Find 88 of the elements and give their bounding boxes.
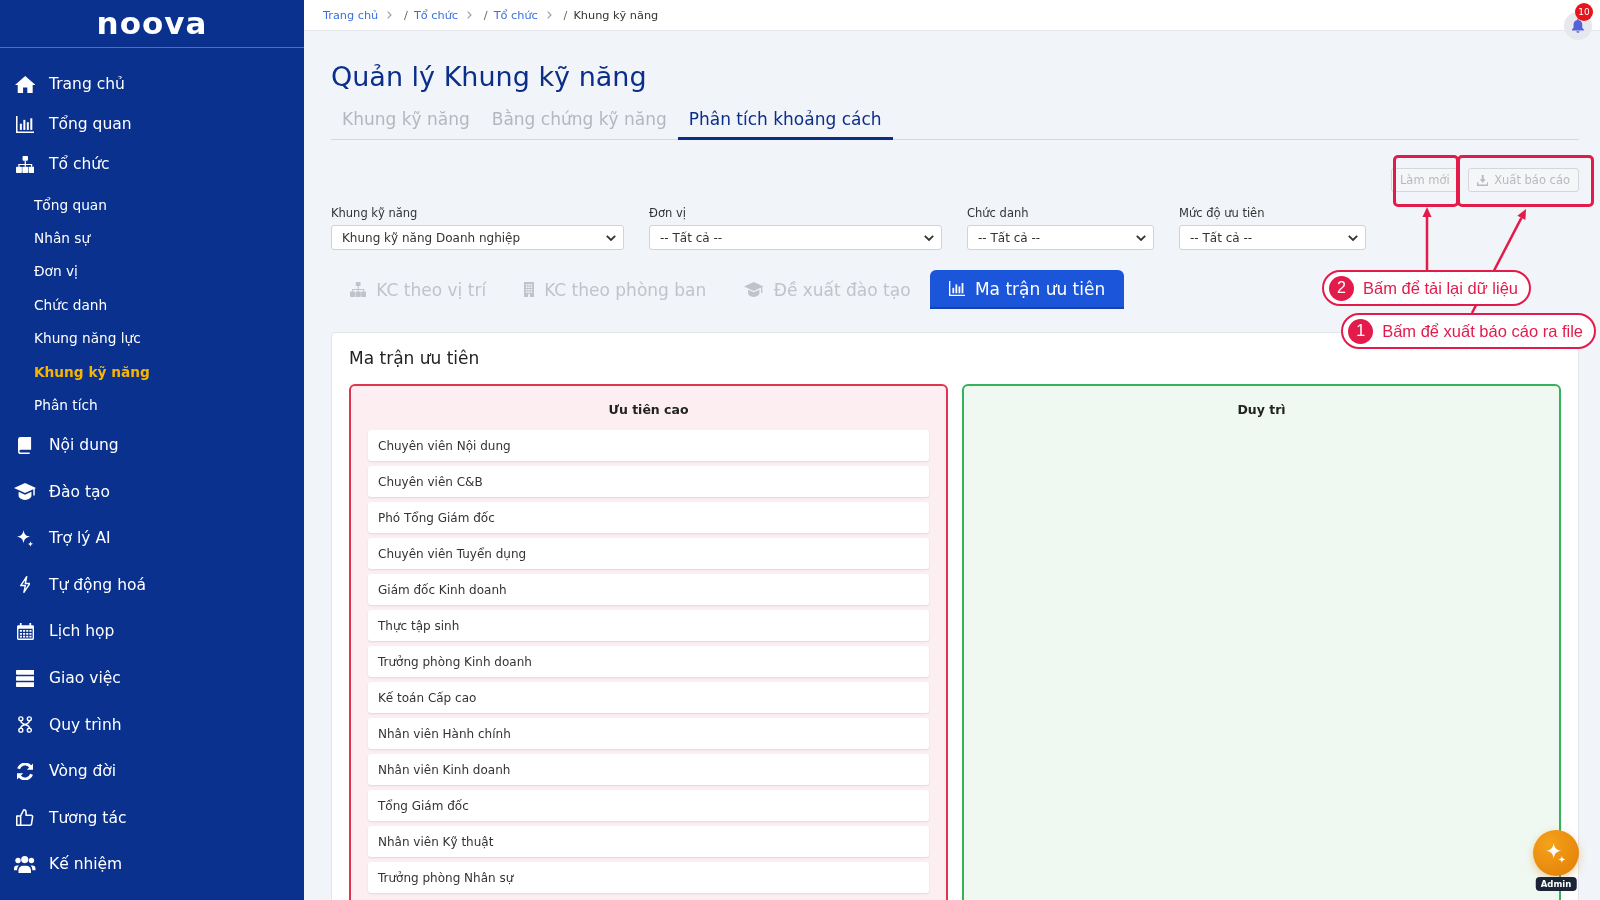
page-title: Quản lý Khung kỹ năng (331, 60, 647, 94)
chevron-down-icon (1136, 234, 1146, 241)
card-title: Ma trận ưu tiên (349, 348, 480, 368)
position-item: Chuyên viên Tuyển dụng (368, 538, 929, 569)
sparkle-icon (16, 529, 34, 547)
chevron-down-icon (1348, 234, 1358, 241)
graduation-cap-icon (14, 483, 37, 501)
building-icon (524, 282, 535, 297)
breadcrumb-separator: / (563, 8, 568, 22)
position-item: Chuyên viên Nội dung (368, 430, 929, 461)
filter-label: Khung kỹ năng (331, 207, 418, 220)
sidebar-item[interactable]: Quy trình (0, 701, 130, 748)
sidebar-item[interactable]: Đào tạo (0, 468, 118, 515)
sidebar-item[interactable]: Lịch họp (0, 608, 123, 655)
sidebar-subitem[interactable]: Nhân sự (0, 221, 99, 255)
position-item: Giám đốc Kinh doanh (368, 574, 929, 605)
calendar-icon (16, 622, 34, 640)
callout-text: Bấm để xuất báo cáo ra file (1382, 321, 1583, 341)
tab[interactable]: Phân tích khoảng cách (677, 98, 893, 140)
chevron-right-icon (546, 11, 552, 19)
breadcrumb-link[interactable]: Tổ chức (493, 8, 538, 22)
position-item: Trưởng phòng Nhân sự (368, 862, 929, 893)
breadcrumb-current: Khung kỹ năng (573, 8, 659, 22)
callout-text: Bấm để tải lại dữ liệu (1362, 278, 1518, 298)
brand-logo: noova (96, 8, 208, 39)
position-item: Trưởng phòng Kinh doanh (368, 646, 929, 677)
position-item: Tổng Giám đốc (368, 790, 929, 821)
sparkle-icon (1546, 843, 1566, 863)
graduation-cap-icon (744, 282, 764, 297)
view-tab[interactable]: Ma trận ưu tiên (929, 270, 1125, 309)
breadcrumb-link[interactable]: Tổ chức (413, 8, 459, 22)
dropdown[interactable]: -- Tất cả -- (967, 225, 1154, 250)
quadrant-title: Duy trì (1237, 401, 1286, 419)
step-number: 2 (1328, 275, 1354, 301)
sidebar-item[interactable]: Kế nhiệm (0, 841, 131, 888)
bar-chart-icon (15, 115, 35, 133)
users-icon (14, 855, 36, 873)
sidebar-item[interactable]: Nội dung (0, 421, 127, 469)
chevron-right-icon (467, 11, 472, 19)
sidebar-subitem[interactable]: Đơn vị (0, 254, 86, 289)
sidebar-item[interactable]: Giao việc (0, 654, 129, 702)
home-icon (14, 75, 36, 93)
sidebar-subitem[interactable]: Phân tích (0, 388, 106, 422)
chevron-down-icon (606, 234, 616, 241)
sidebar-item[interactable]: Tổng quan (0, 104, 140, 144)
position-item: Chuyên viên C&B (368, 466, 929, 497)
sidebar-subitem[interactable]: Chức danh (0, 288, 116, 322)
breadcrumb-separator: / (404, 8, 408, 22)
position-item: Thực tập sinh (368, 610, 929, 641)
sitemap-icon (15, 155, 35, 173)
nodes-icon (17, 716, 33, 734)
dropdown[interactable]: Khung kỹ năng Doanh nghiệp (331, 225, 624, 250)
filter-label: Đơn vị (649, 207, 686, 220)
thumbs-up-icon (15, 809, 35, 827)
position-item: Nhân viên Kinh doanh (368, 754, 929, 785)
sidebar-subitem[interactable]: Khung năng lực (0, 321, 149, 355)
sidebar-item[interactable]: Tương tác (0, 794, 135, 842)
bar-chart-icon (948, 281, 965, 296)
sidebar-item[interactable]: Vòng đời (0, 747, 125, 795)
bell-icon (1572, 19, 1584, 33)
breadcrumb-link[interactable]: Trang chủ (323, 8, 379, 22)
quadrant-title: Ưu tiên cao (608, 401, 689, 419)
notification-count: 10 (1575, 3, 1593, 21)
sidebar-item[interactable]: Tự động hoá (0, 561, 154, 609)
breadcrumb-separator: / (483, 8, 488, 22)
filter-label: Mức độ ưu tiên (1179, 207, 1265, 220)
position-item: Nhân viên Hành chính (368, 718, 929, 749)
role-label: Admin (1535, 877, 1577, 891)
position-item: Kế toán Cấp cao (368, 682, 929, 713)
sidebar-item[interactable]: Trang chủ (0, 64, 133, 104)
refresh-icon (16, 762, 34, 780)
lightning-icon (19, 576, 31, 594)
sidebar-subitem[interactable]: Khung kỹ năng (0, 354, 158, 389)
sitemap-icon (350, 282, 367, 297)
position-item: Phó Tổng Giám đốc (368, 502, 929, 533)
chevron-down-icon (924, 234, 934, 241)
step-number: 1 (1348, 318, 1374, 344)
dropdown[interactable]: -- Tất cả -- (649, 225, 942, 250)
sidebar-subitem[interactable]: Tổng quan (0, 188, 115, 222)
dropdown[interactable]: -- Tất cả -- (1179, 225, 1366, 250)
chevron-right-icon (387, 11, 393, 19)
server-icon (15, 669, 35, 687)
download-icon (1476, 174, 1489, 186)
sidebar-item[interactable]: Trợ lý AI (0, 514, 119, 562)
book-icon (18, 436, 32, 454)
sidebar-item[interactable]: Tổ chức (0, 144, 118, 184)
filter-label: Chức danh (967, 207, 1029, 220)
position-item: Nhân viên Kỹ thuật (368, 826, 929, 857)
